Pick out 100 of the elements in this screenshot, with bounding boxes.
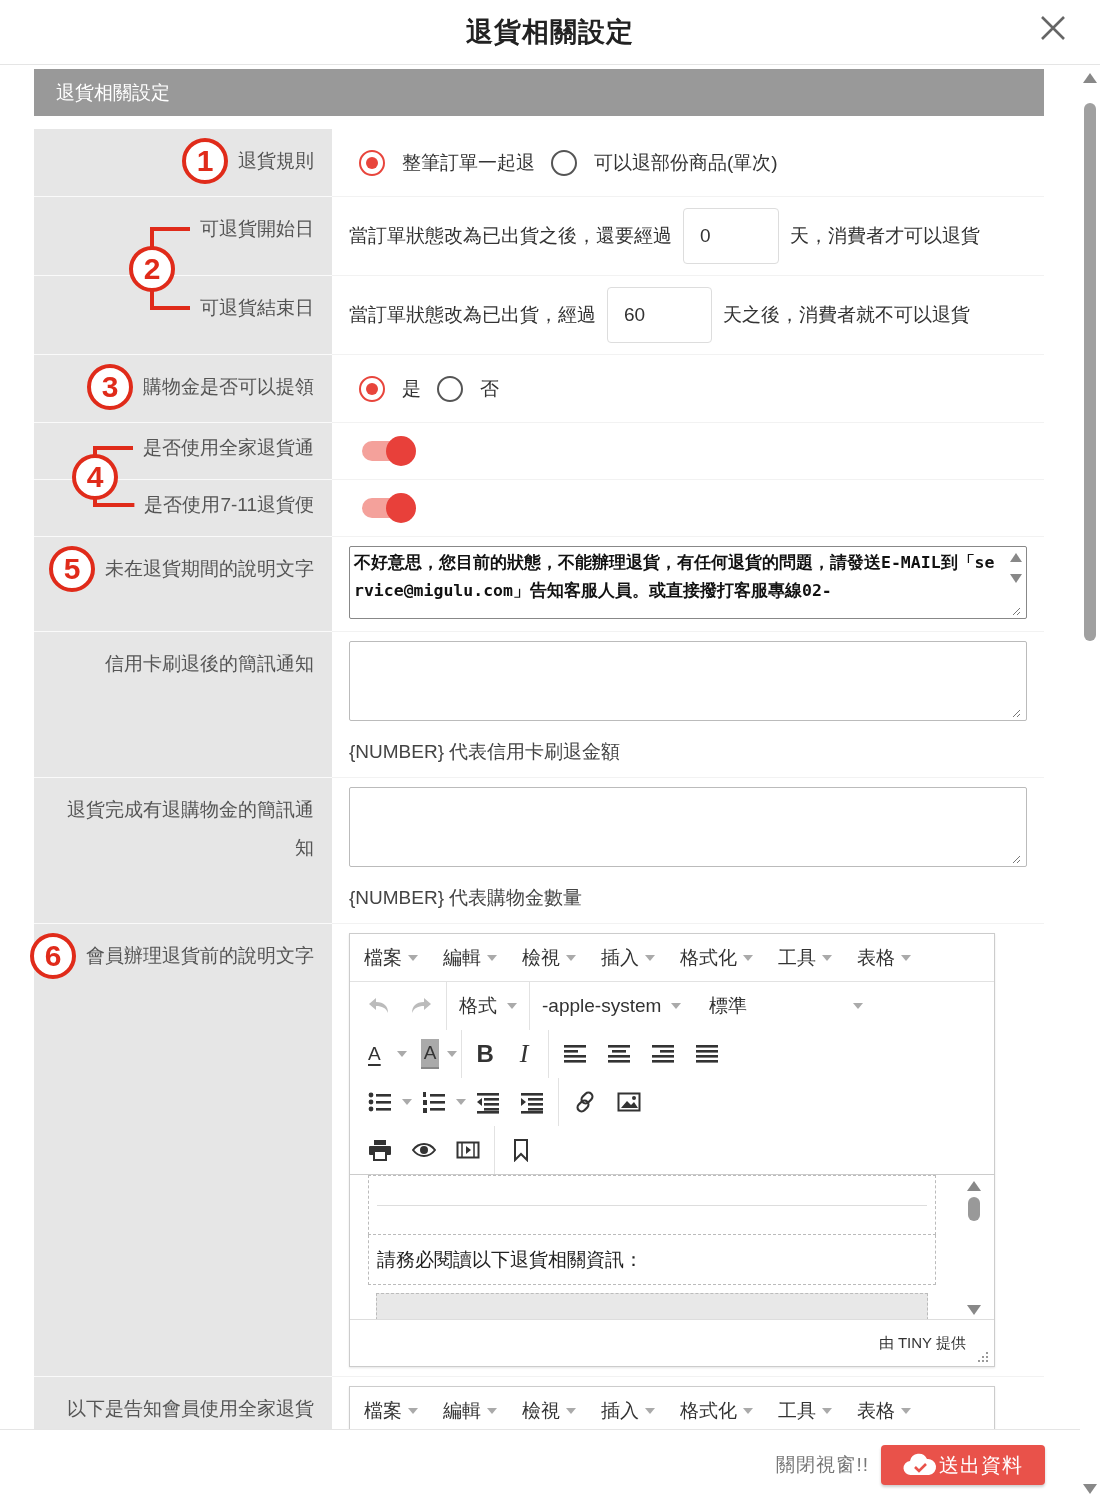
caret-icon — [901, 1407, 911, 1414]
caret-icon — [645, 954, 655, 961]
menu-item[interactable]: 插入 — [593, 940, 663, 975]
editor-content[interactable]: 請務必閱讀以下退貨相關資訊： — [368, 1175, 936, 1319]
field-label: 是否使用全家退貨通 — [143, 436, 314, 460]
caret-icon — [396, 1051, 407, 1057]
caret-icon — [822, 1407, 832, 1414]
toggle-switch[interactable] — [360, 436, 416, 466]
scroll-down-icon — [1083, 1484, 1097, 1494]
cloud-check-icon — [903, 1453, 937, 1477]
justify-icon — [695, 1042, 720, 1066]
dialog-title: 退貨相關設定 — [466, 16, 634, 49]
sentence-text: 天之後，消費者就不可以退貨 — [723, 303, 970, 327]
caret-icon — [645, 1407, 655, 1414]
caret-icon — [853, 1003, 864, 1009]
bullet-list-icon — [368, 1090, 392, 1114]
caret-icon — [566, 1407, 576, 1414]
resize-grip-icon — [1011, 854, 1021, 864]
resize-grip-icon — [1011, 708, 1021, 718]
menu-item[interactable]: 檢視 — [514, 940, 584, 975]
menu-item[interactable]: 格式化 — [672, 940, 761, 975]
caret-icon — [671, 1003, 682, 1009]
menu-item[interactable]: 插入 — [593, 1393, 663, 1428]
paragraph-text: 請務必閱讀以下退貨相關資訊： — [376, 1248, 644, 1272]
field-label: 可退貨結束日 — [200, 296, 314, 320]
menu-item[interactable]: 工具 — [770, 1393, 840, 1428]
radio-button[interactable] — [359, 375, 385, 402]
caret-icon — [408, 1407, 418, 1414]
field-label: 購物金是否可以提領 — [143, 375, 314, 399]
number-field[interactable]: 0 — [683, 208, 779, 264]
field-label: 會員辦理退貨前的說明文字 — [86, 944, 314, 968]
resize-grip-icon — [1011, 606, 1021, 616]
text-area[interactable]: 不好意思，您目前的狀態，不能辦理退貨，有任何退貨的問題，請發送E-MAIL到「service@migulu.com」告知客服人員。或直接撥打客服專線02- — [349, 546, 1027, 619]
scroll-up-icon — [1083, 73, 1097, 83]
powered-by-text[interactable]: 由 TINY 提供 — [878, 1333, 966, 1353]
hint-text: {NUMBER} 代表購物金數量 — [349, 886, 584, 910]
caret-icon — [901, 954, 911, 961]
scroll-up-icon — [1010, 553, 1022, 562]
menu-item[interactable]: 檔案 — [356, 940, 426, 975]
background-color-button[interactable]: A — [420, 1039, 440, 1069]
menu-item[interactable]: 表格 — [849, 1393, 919, 1428]
italic-button[interactable]: I — [509, 1038, 539, 1070]
toggle-switch[interactable] — [360, 493, 416, 523]
menu-item[interactable]: 表格 — [849, 940, 919, 975]
caret-icon — [487, 954, 497, 961]
radio-button[interactable] — [551, 149, 577, 176]
radio-label[interactable]: 可以退部份商品(單次) — [594, 149, 778, 176]
menu-item[interactable]: 編輯 — [435, 940, 505, 975]
sentence-text: 天，消費者才可以退貨 — [790, 224, 980, 248]
field-label: 是否使用7-11退貨便 — [144, 493, 314, 517]
radio-label[interactable]: 否 — [480, 375, 499, 402]
caret-icon — [402, 1099, 412, 1105]
menu-item[interactable]: 編輯 — [435, 1393, 505, 1428]
align-center-icon — [607, 1042, 632, 1066]
caret-icon — [566, 954, 576, 961]
close-window-link[interactable]: 關閉視窗!! — [776, 1452, 869, 1478]
menu-item[interactable]: 格式化 — [672, 1393, 761, 1428]
caret-icon — [487, 1407, 497, 1414]
indent-icon — [520, 1090, 544, 1114]
radio-label[interactable]: 是 — [402, 375, 421, 402]
radio-button[interactable] — [359, 149, 385, 176]
numbered-list-icon — [422, 1090, 446, 1114]
scroll-thumb[interactable] — [968, 1197, 980, 1221]
field-label: 退貨完成有退購物金的簡訊通知 — [66, 798, 314, 860]
caret-icon — [408, 954, 418, 961]
align-right-icon — [651, 1042, 676, 1066]
bold-button[interactable]: B — [466, 1038, 504, 1070]
image-icon — [617, 1090, 641, 1114]
caret-icon — [743, 954, 753, 961]
close-icon[interactable] — [1040, 15, 1066, 41]
field-label: 退貨規則 — [238, 149, 314, 173]
hint-text: {NUMBER} 代表信用卡刷退金額 — [349, 740, 622, 764]
size-dropdown[interactable]: 標準 — [701, 989, 872, 1023]
align-left-icon — [563, 1042, 588, 1066]
caret-icon — [743, 1407, 753, 1414]
menu-item[interactable]: 檢視 — [514, 1393, 584, 1428]
field-label: 以下是告知會員使用全家退貨 — [67, 1397, 314, 1421]
font-dropdown[interactable]: -apple-system — [534, 991, 690, 1021]
resize-grip-icon — [976, 1350, 988, 1362]
sentence-text: 當訂單狀態改為已出貨之後，還要經過 — [349, 224, 672, 248]
radio-button[interactable] — [437, 375, 463, 402]
text-color-button[interactable]: A — [358, 1038, 391, 1070]
number-field[interactable]: 60 — [607, 287, 712, 343]
submit-button[interactable]: 送出資料 — [881, 1445, 1045, 1485]
panel-header: 退貨相關設定 — [34, 69, 1044, 116]
scroll-up-icon — [967, 1181, 981, 1191]
menu-item[interactable]: 工具 — [770, 940, 840, 975]
radio-label[interactable]: 整筆訂單一起退 — [402, 149, 535, 176]
field-label: 信用卡刷退後的簡訊通知 — [105, 652, 314, 676]
caret-icon — [822, 954, 832, 961]
scroll-down-icon — [1010, 574, 1022, 583]
menu-item[interactable]: 檔案 — [356, 1393, 426, 1428]
format-dropdown[interactable]: 格式 — [451, 989, 525, 1023]
field-label: 未在退貨期間的說明文字 — [105, 557, 314, 581]
sentence-text: 當訂單狀態改為已出貨，經過 — [349, 303, 596, 327]
scroll-thumb[interactable] — [1084, 103, 1096, 641]
caret-icon — [507, 1003, 517, 1009]
caret-icon — [447, 1051, 458, 1057]
outdent-icon — [476, 1090, 500, 1114]
field-label: 可退貨開始日 — [200, 217, 314, 241]
